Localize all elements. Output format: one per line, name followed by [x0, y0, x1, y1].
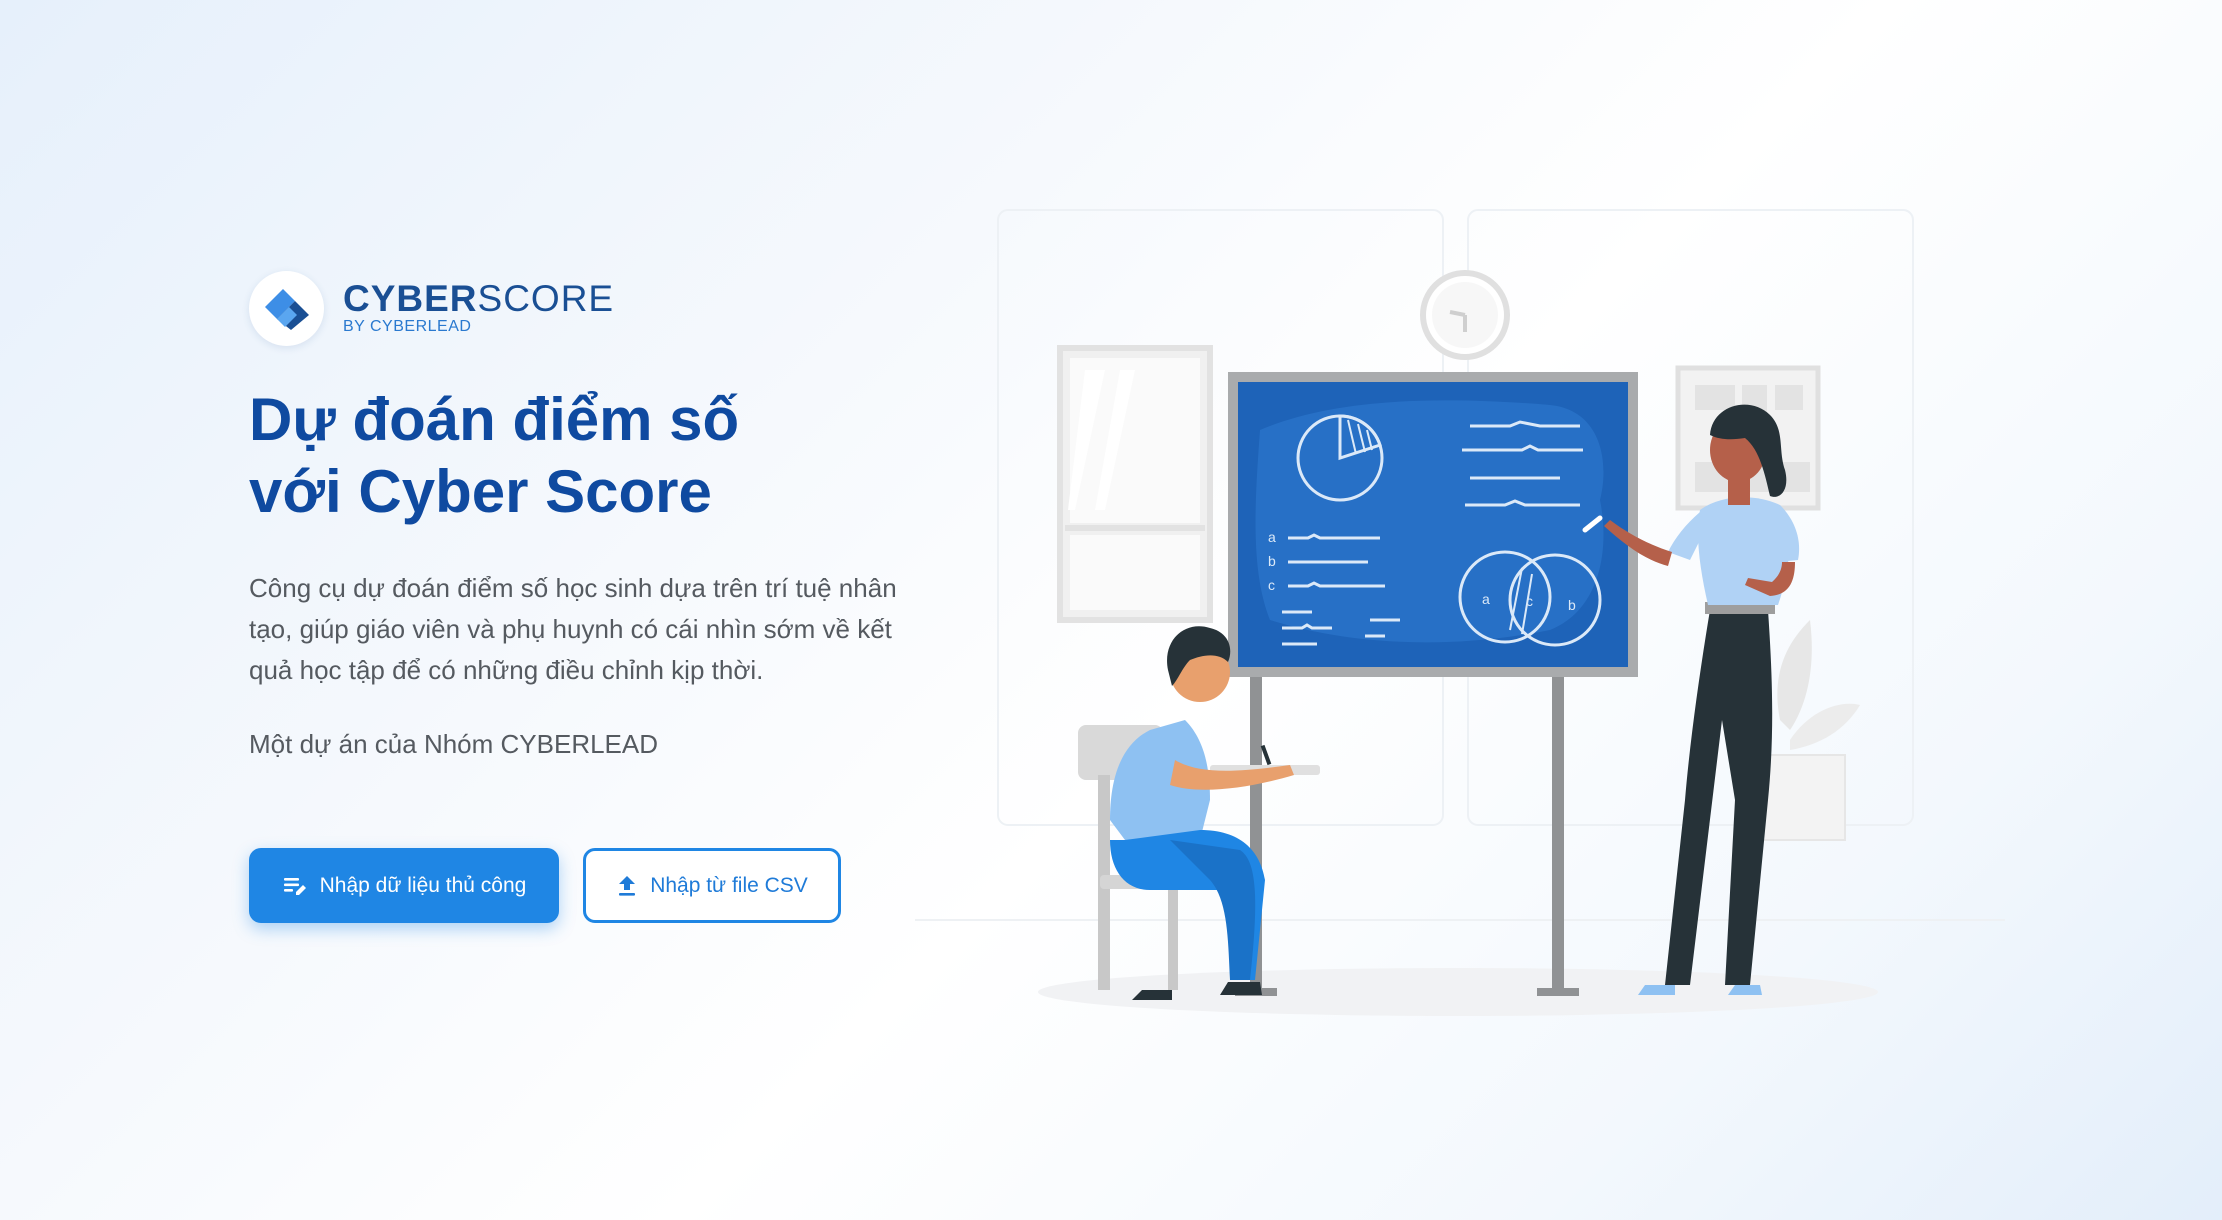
board-letter-b: b: [1268, 553, 1276, 569]
brand-name-bold: CYBER: [343, 278, 478, 319]
board-stand: [1235, 670, 1579, 996]
manual-input-label: Nhập dữ liệu thủ công: [319, 873, 527, 897]
classroom-illustration: a b c a c b: [915, 209, 2005, 1016]
wall-clock: [1420, 270, 1510, 360]
cyberscore-logo: [249, 270, 324, 346]
brand: CYBERSCORE BY CYBERLEAD: [249, 270, 969, 346]
venn-label-a: a: [1482, 591, 1490, 607]
window: [1057, 345, 1213, 623]
brand-text: CYBERSCORE BY CYBERLEAD: [343, 280, 614, 336]
csv-import-label: Nhập từ file CSV: [650, 873, 808, 897]
title-line-2: với Cyber Score: [249, 458, 712, 525]
hero-section: CYBERSCORE BY CYBERLEAD Dự đoán điểm số …: [249, 270, 969, 923]
board-letter-c: c: [1268, 577, 1275, 593]
manual-input-button[interactable]: Nhập dữ liệu thủ công: [249, 848, 559, 923]
project-credit: Một dự án của Nhóm CYBERLEAD: [249, 729, 659, 759]
venn-label-c: c: [1526, 593, 1533, 609]
logo-mark-icon: [264, 289, 309, 330]
edit-list-icon: [282, 873, 308, 899]
action-buttons: Nhập dữ liệu thủ công Nhập từ file CSV: [249, 848, 969, 923]
page-title: Dự đoán điểm số với Cyber Score: [249, 384, 969, 528]
brand-subtitle: BY CYBERLEAD: [343, 318, 472, 335]
title-line-1: Dự đoán điểm số: [249, 386, 740, 453]
student-figure: [1078, 626, 1320, 1000]
plant: [1759, 620, 1860, 841]
board-letter-a: a: [1268, 529, 1276, 545]
brand-name-light: SCORE: [477, 278, 615, 319]
chalkboard: a b c a c b: [1228, 372, 1638, 677]
hero-description: Công cụ dự đoán điểm số học sinh dựa trê…: [249, 573, 897, 685]
csv-import-button[interactable]: Nhập từ file CSV: [583, 848, 841, 923]
venn-label-b: b: [1568, 597, 1576, 613]
brand-name: CYBERSCORE: [343, 280, 614, 318]
upload-icon: [616, 874, 638, 898]
